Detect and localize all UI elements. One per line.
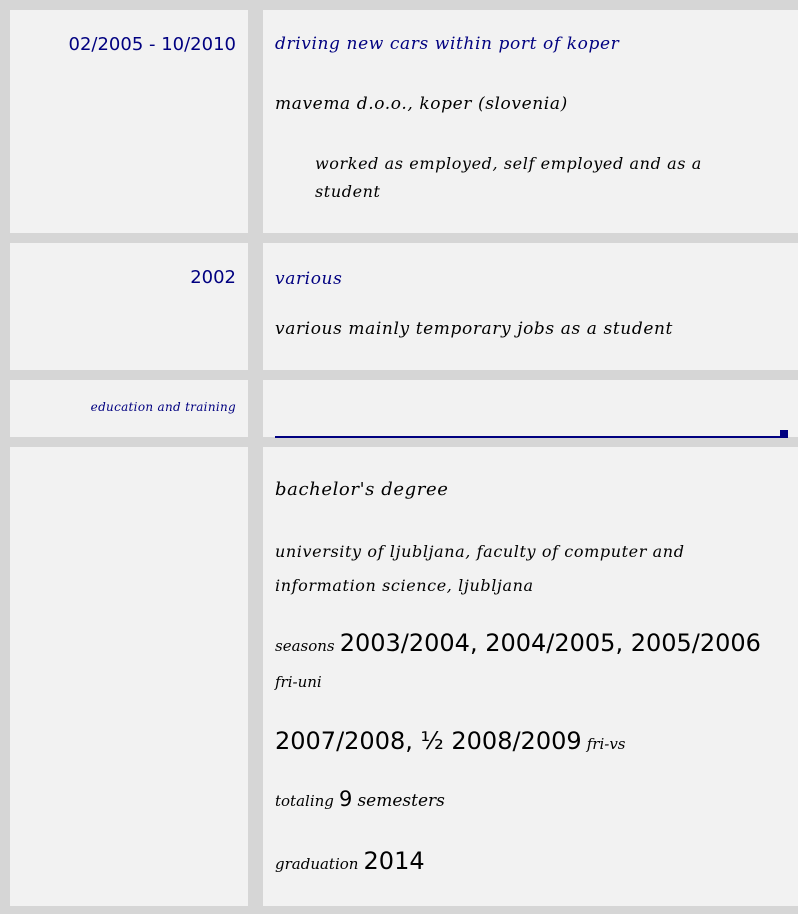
section-divider (275, 436, 788, 438)
seasons-years-2: 2007/2008, ½ 2008/2009 (275, 727, 582, 755)
section-label: education and training (90, 400, 236, 414)
education-degree: bachelor's degree (275, 479, 449, 500)
education-section-rule-cell (263, 380, 798, 438)
education-seasons-line-1: seasons 2003/2004, 2004/2005, 2005/2006 (275, 629, 775, 657)
education-section-header: education and training (0, 380, 798, 438)
work-entry-1: 02/2005 - 10/2010 driving new cars withi… (0, 10, 798, 233)
totaling-suffix: semesters (357, 791, 445, 811)
work-entry-date: 2002 (190, 267, 236, 288)
totaling-prefix: totaling (275, 792, 334, 810)
education-entry-date-cell (10, 447, 248, 906)
totaling-number: 9 (338, 787, 353, 811)
education-entry: bachelor's degree university of ljubljan… (0, 447, 798, 906)
work-entry-date: 02/2005 - 10/2010 (68, 34, 237, 55)
work-entry-2: 2002 various various mainly temporary jo… (0, 243, 798, 370)
education-totaling: totaling 9 semesters (275, 787, 775, 811)
education-seasons-line-2: 2007/2008, ½ 2008/2009 fri-vs (275, 727, 775, 755)
work-entry-2-date-cell: 2002 (10, 243, 248, 370)
graduation-year: 2014 (363, 847, 425, 875)
work-entry-description: worked as employed, self employed and as… (315, 154, 702, 201)
work-entry-2-details-cell: various various mainly temporary jobs as… (263, 243, 798, 370)
work-entry-title: driving new cars within port of koper (275, 34, 620, 54)
seasons-years: 2003/2004, 2004/2005, 2005/2006 (339, 629, 761, 657)
section-divider-end-marker (780, 430, 788, 438)
graduation-prefix: graduation (275, 855, 359, 873)
work-entry-employer: various mainly temporary jobs as a stude… (275, 319, 673, 339)
work-entry-1-date-cell: 02/2005 - 10/2010 (10, 10, 248, 233)
education-graduation: graduation 2014 (275, 847, 775, 875)
education-entry-details-cell: bachelor's degree university of ljubljan… (263, 447, 798, 906)
seasons-program-2: fri-vs (586, 735, 626, 753)
education-section-label-cell: education and training (10, 380, 248, 437)
seasons-prefix: seasons (275, 637, 335, 655)
work-entry-employer: mavema d.o.o., koper (slovenia) (275, 94, 568, 114)
work-entry-1-details-cell: driving new cars within port of koper ma… (263, 10, 798, 233)
education-institution: university of ljubljana, faculty of comp… (275, 542, 685, 595)
seasons-program-1: fri-uni (275, 673, 322, 691)
work-entry-title: various (275, 269, 343, 289)
